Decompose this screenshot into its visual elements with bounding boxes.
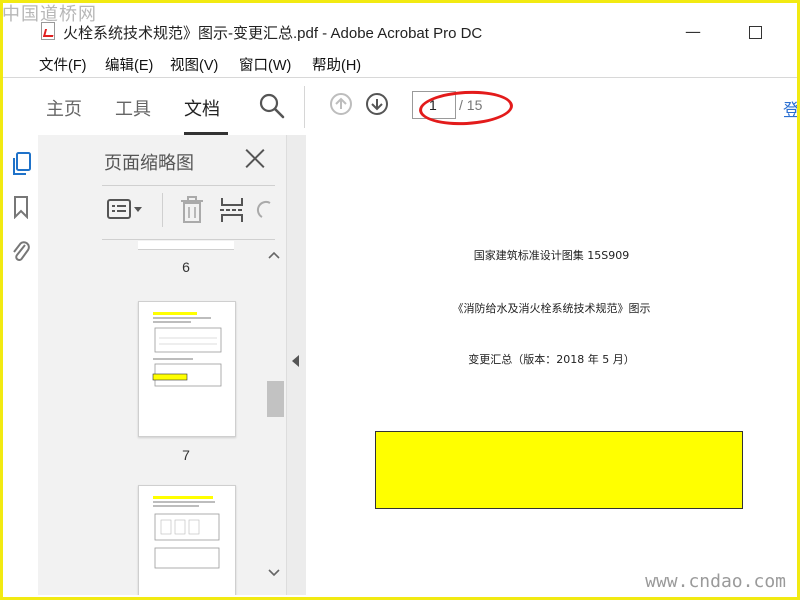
menu-view[interactable]: 视图(V) [170, 54, 218, 75]
thumbnail-content [152, 312, 222, 387]
menu-window[interactable]: 窗口(W) [239, 54, 291, 75]
scroll-thumb[interactable] [267, 381, 284, 417]
title-bar: 火栓系统技术规范》图示-变更汇总.pdf - Adobe Acrobat Pro… [3, 14, 797, 50]
panel-collapse-strip[interactable] [287, 135, 306, 595]
arrow-up-icon [335, 97, 347, 109]
scroll-down-icon[interactable] [268, 569, 280, 577]
menu-bar: 文件(F) 编辑(E) 视图(V) 窗口(W) 帮助(H) [3, 50, 797, 76]
menu-file[interactable]: 文件(F) [39, 54, 87, 75]
options-menu-icon[interactable] [106, 195, 144, 225]
search-icon[interactable] [258, 92, 286, 120]
window-title: 火栓系统技术规范》图示-变更汇总.pdf - Adobe Acrobat Pro… [63, 25, 483, 42]
thumbnail-label: 6 [182, 259, 190, 275]
toolbar-divider [304, 86, 305, 128]
thumbnail-page-7[interactable] [138, 301, 236, 437]
panel-pointer [38, 145, 108, 185]
menu-edit[interactable]: 编辑(E) [105, 54, 153, 75]
minimize-button[interactable]: — [673, 18, 713, 46]
highlight-box [375, 431, 743, 509]
rotate-icon[interactable] [256, 195, 274, 225]
thumbnail-page-8[interactable] [138, 485, 236, 595]
previous-page-button[interactable] [330, 93, 352, 115]
maximize-icon [748, 26, 762, 39]
menu-help[interactable]: 帮助(H) [312, 54, 361, 75]
watermark-top: 中国道桥网 [2, 4, 97, 25]
tab-home[interactable]: 主页 [46, 95, 82, 121]
bookmark-icon[interactable] [11, 195, 31, 220]
panel-divider [102, 185, 275, 186]
panel-title: 页面缩略图 [104, 153, 194, 174]
page-thumbnails-panel: 页面缩略图 6 7 [38, 135, 287, 595]
insert-page-icon[interactable] [218, 195, 246, 225]
arrow-down-icon [371, 99, 383, 111]
doc-line-2: 《消防给水及消火栓系统技术规范》图示 [452, 302, 651, 315]
navigation-rail [3, 135, 38, 595]
tab-tools[interactable]: 工具 [115, 95, 151, 121]
tab-document[interactable]: 文档 [184, 95, 220, 121]
thumbnail-partial[interactable] [138, 241, 234, 250]
attachment-icon[interactable] [11, 239, 31, 263]
scroll-up-icon[interactable] [268, 251, 280, 259]
page-thumbnails-icon[interactable] [11, 151, 31, 175]
icon-divider [162, 193, 163, 227]
collapse-arrow-icon[interactable] [292, 355, 299, 367]
thumbnail-content [153, 496, 220, 569]
main-toolbar: 主页 工具 文档 1 / 15 登 [3, 77, 800, 137]
doc-line-3: 变更汇总（版本：2018 年 5 月） [468, 353, 635, 366]
watermark-bottom: www.cndao.com [645, 571, 786, 592]
thumbnail-label: 7 [182, 447, 190, 463]
close-icon[interactable] [244, 147, 266, 169]
delete-icon[interactable] [178, 195, 206, 225]
next-page-button[interactable] [366, 93, 388, 115]
thumbnail-scrollbar[interactable] [264, 245, 284, 585]
maximize-button[interactable] [735, 18, 775, 46]
panel-divider-2 [102, 239, 275, 240]
document-view: 国家建筑标准设计图集 15S909 《消防给水及消火栓系统技术规范》图示 变更汇… [306, 135, 797, 597]
login-link[interactable]: 登 [783, 96, 800, 121]
thumbnails-list: 6 7 [100, 241, 276, 595]
doc-line-1: 国家建筑标准设计图集 15S909 [473, 249, 630, 262]
